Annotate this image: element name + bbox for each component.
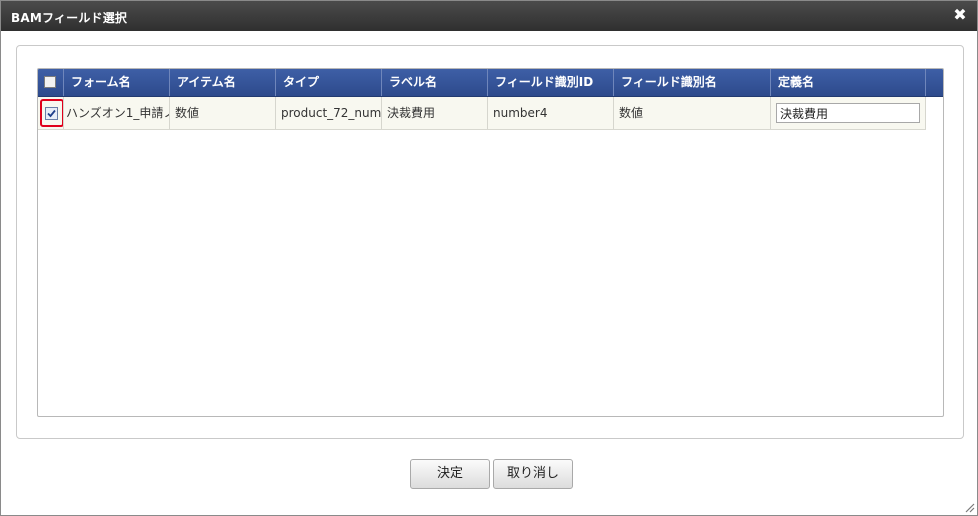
resize-grip-icon[interactable] bbox=[963, 501, 975, 513]
cell-field-name: 数値 bbox=[614, 97, 771, 129]
field-grid: フォーム名 アイテム名 タイプ ラベル名 フィールド識別ID フィールド識別名 … bbox=[37, 68, 944, 417]
header-item-name[interactable]: アイテム名 bbox=[170, 69, 276, 96]
ok-button[interactable]: 決定 bbox=[410, 459, 490, 489]
row-select-cell bbox=[38, 97, 64, 129]
close-icon[interactable]: ✖ bbox=[951, 6, 969, 24]
table-row[interactable]: ハンズオン1_申請ノ 数値 product_72_numb 決裁費用 numbe… bbox=[38, 97, 926, 130]
header-field-name[interactable]: フィールド識別名 bbox=[614, 69, 771, 96]
header-type[interactable]: タイプ bbox=[276, 69, 382, 96]
header-scroll-spacer bbox=[926, 69, 943, 96]
cell-definition-name bbox=[771, 97, 926, 129]
header-form-name[interactable]: フォーム名 bbox=[64, 69, 170, 96]
header-label-name[interactable]: ラベル名 bbox=[382, 69, 488, 96]
dialog: BAMフィールド選択 ✖ フォーム名 アイテム名 タイプ ラベル名 フィールド識… bbox=[0, 0, 978, 516]
cell-type: product_72_numb bbox=[276, 97, 382, 129]
select-all-checkbox[interactable] bbox=[44, 76, 56, 88]
cancel-button[interactable]: 取り消し bbox=[493, 459, 573, 489]
header-definition-name[interactable]: 定義名 bbox=[771, 69, 926, 96]
cell-form-name: ハンズオン1_申請ノ bbox=[64, 97, 170, 129]
dialog-titlebar[interactable]: BAMフィールド選択 ✖ bbox=[1, 1, 977, 31]
content-panel: フォーム名 アイテム名 タイプ ラベル名 フィールド識別ID フィールド識別名 … bbox=[16, 45, 964, 439]
dialog-title: BAMフィールド選択 bbox=[11, 11, 128, 25]
header-select-all-cell bbox=[38, 69, 64, 96]
grid-header: フォーム名 アイテム名 タイプ ラベル名 フィールド識別ID フィールド識別名 … bbox=[38, 69, 943, 97]
cell-label-name: 決裁費用 bbox=[382, 97, 488, 129]
row-checkbox[interactable] bbox=[45, 107, 58, 120]
checkmark-icon bbox=[47, 109, 56, 118]
header-field-id[interactable]: フィールド識別ID bbox=[488, 69, 614, 96]
definition-name-input[interactable] bbox=[776, 103, 920, 123]
cell-field-id: number4 bbox=[488, 97, 614, 129]
cell-item-name: 数値 bbox=[170, 97, 276, 129]
